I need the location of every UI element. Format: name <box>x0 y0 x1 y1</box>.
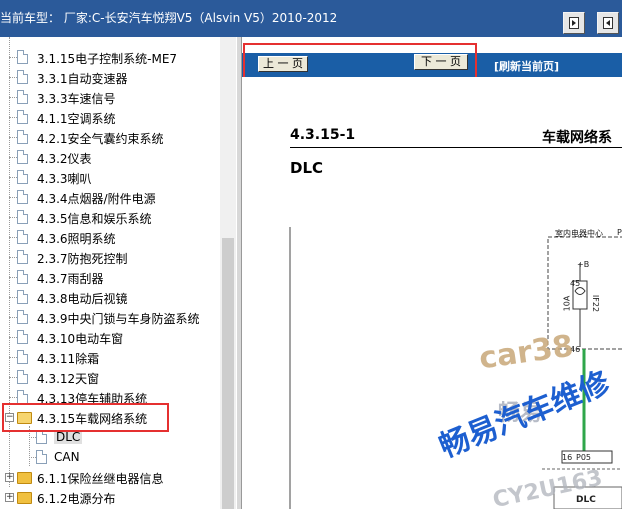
tree-item-label: 4.3.10电动车窗 <box>37 332 124 346</box>
highlight-tree-folder <box>2 403 169 432</box>
page-back-icon <box>603 17 613 29</box>
tree-child-label-selected: DLC <box>54 430 83 444</box>
document-icon <box>17 370 28 384</box>
tree-item-label: 3.3.1自动变速器 <box>37 72 128 86</box>
tree-connector <box>9 357 17 358</box>
document-icon <box>17 290 28 304</box>
tree-connector <box>9 197 17 198</box>
tree-item-label: 4.3.9中央门锁与车身防盗系统 <box>37 312 200 326</box>
document-icon <box>36 430 47 444</box>
tree-connector <box>9 277 17 278</box>
document-icon <box>17 190 28 204</box>
pin-16-label: 16 <box>562 453 573 462</box>
expand-toggle-icon[interactable]: + <box>5 493 14 502</box>
tree-scrollbar-thumb[interactable] <box>222 238 234 509</box>
refresh-page-link[interactable]: [刷新当前页] <box>494 58 559 74</box>
document-icon <box>17 130 28 144</box>
document-icon <box>17 330 28 344</box>
tree-connector <box>9 377 17 378</box>
tree-connector <box>9 237 17 238</box>
tree-connector <box>9 57 17 58</box>
tree-child-guide-line <box>29 426 30 466</box>
document-icon <box>17 310 28 324</box>
tree-item-label: 4.3.7雨刮器 <box>37 272 104 286</box>
page-forward-icon <box>569 17 579 29</box>
document-page: 4.3.15-1 车载网络系 DLC 室内电器中心 P +B 45 46 10A… <box>242 77 622 513</box>
tree-connector <box>9 337 17 338</box>
document-icon <box>17 170 28 184</box>
tree-connector <box>29 437 36 438</box>
pin-45-label: 45 <box>570 279 581 288</box>
tree-connector <box>9 117 17 118</box>
folder-icon <box>17 492 32 504</box>
tree-item-label: 4.3.5信息和娱乐系统 <box>37 212 152 226</box>
tree-connector <box>9 317 17 318</box>
tree-item-label: 2.3.7防抱死控制 <box>37 252 128 266</box>
document-icon <box>36 450 47 464</box>
diagram-box-label-suffix: P <box>617 228 622 237</box>
tree-item-label: 4.3.11除霜 <box>37 352 100 366</box>
document-icon <box>17 210 28 224</box>
tree-connector <box>9 77 17 78</box>
tree-item-label: 4.2.1安全气囊约束系统 <box>37 132 164 146</box>
tree-item-label: 4.3.3喇叭 <box>37 172 92 186</box>
document-icon <box>17 350 28 364</box>
title-bar: 当前车型： 厂家:C-长安汽车悦翔V5（Alsvin V5）2010-2012 <box>0 0 622 37</box>
fuse-rating-label: 10A <box>562 295 572 312</box>
tree-connector <box>9 257 17 258</box>
document-icon <box>17 90 28 104</box>
document-icon <box>17 230 28 244</box>
document-icon <box>17 50 28 64</box>
tree-connector <box>9 397 17 398</box>
tree-item-label: 4.3.8电动后视镜 <box>37 292 128 306</box>
tree-item-label: 3.1.15电子控制系统-ME7 <box>37 52 178 66</box>
tree-connector <box>9 177 17 178</box>
document-icon <box>17 70 28 84</box>
diagram-box-label: 室内电器中心 <box>555 229 603 238</box>
plus-b-label: +B <box>577 260 590 269</box>
tree-item-label: 4.3.4点烟器/附件电源 <box>37 192 156 206</box>
tree-item-label: 4.1.1空调系统 <box>37 112 116 126</box>
wiring-diagram <box>289 227 622 509</box>
tree-item-label: 3.3.3车速信号 <box>37 92 116 106</box>
dlc-box-label: DLC <box>576 495 596 505</box>
tree-connector <box>9 297 17 298</box>
document-icon <box>17 110 28 124</box>
tree-folder-label[interactable]: 6.1.2电源分布 <box>37 490 116 510</box>
connector-label: P05 <box>576 453 592 462</box>
page-back-button[interactable] <box>597 12 619 34</box>
document-icon <box>17 390 28 404</box>
tree-connector <box>29 457 36 458</box>
document-icon <box>17 150 28 164</box>
page-forward-button[interactable] <box>563 12 585 34</box>
tree-connector <box>9 217 17 218</box>
tree-connector <box>9 157 17 158</box>
document-icon <box>17 250 28 264</box>
tree-connector <box>9 137 17 138</box>
fuse-name-label: IF22 <box>591 294 601 313</box>
vehicle-title: 当前车型： 厂家:C-长安汽车悦翔V5（Alsvin V5）2010-2012 <box>0 11 338 25</box>
tree-item-label: 4.3.12天窗 <box>37 372 100 386</box>
tree-connector <box>9 97 17 98</box>
folder-icon <box>17 472 32 484</box>
tree-child-label: CAN <box>54 450 80 464</box>
tree-item-label: 4.3.2仪表 <box>37 152 92 166</box>
expand-toggle-icon[interactable]: + <box>5 473 14 482</box>
tree-folder-label[interactable]: 6.1.1保险丝继电器信息 <box>37 470 164 490</box>
document-icon <box>17 270 28 284</box>
tree-item-label: 4.3.6照明系统 <box>37 232 116 246</box>
